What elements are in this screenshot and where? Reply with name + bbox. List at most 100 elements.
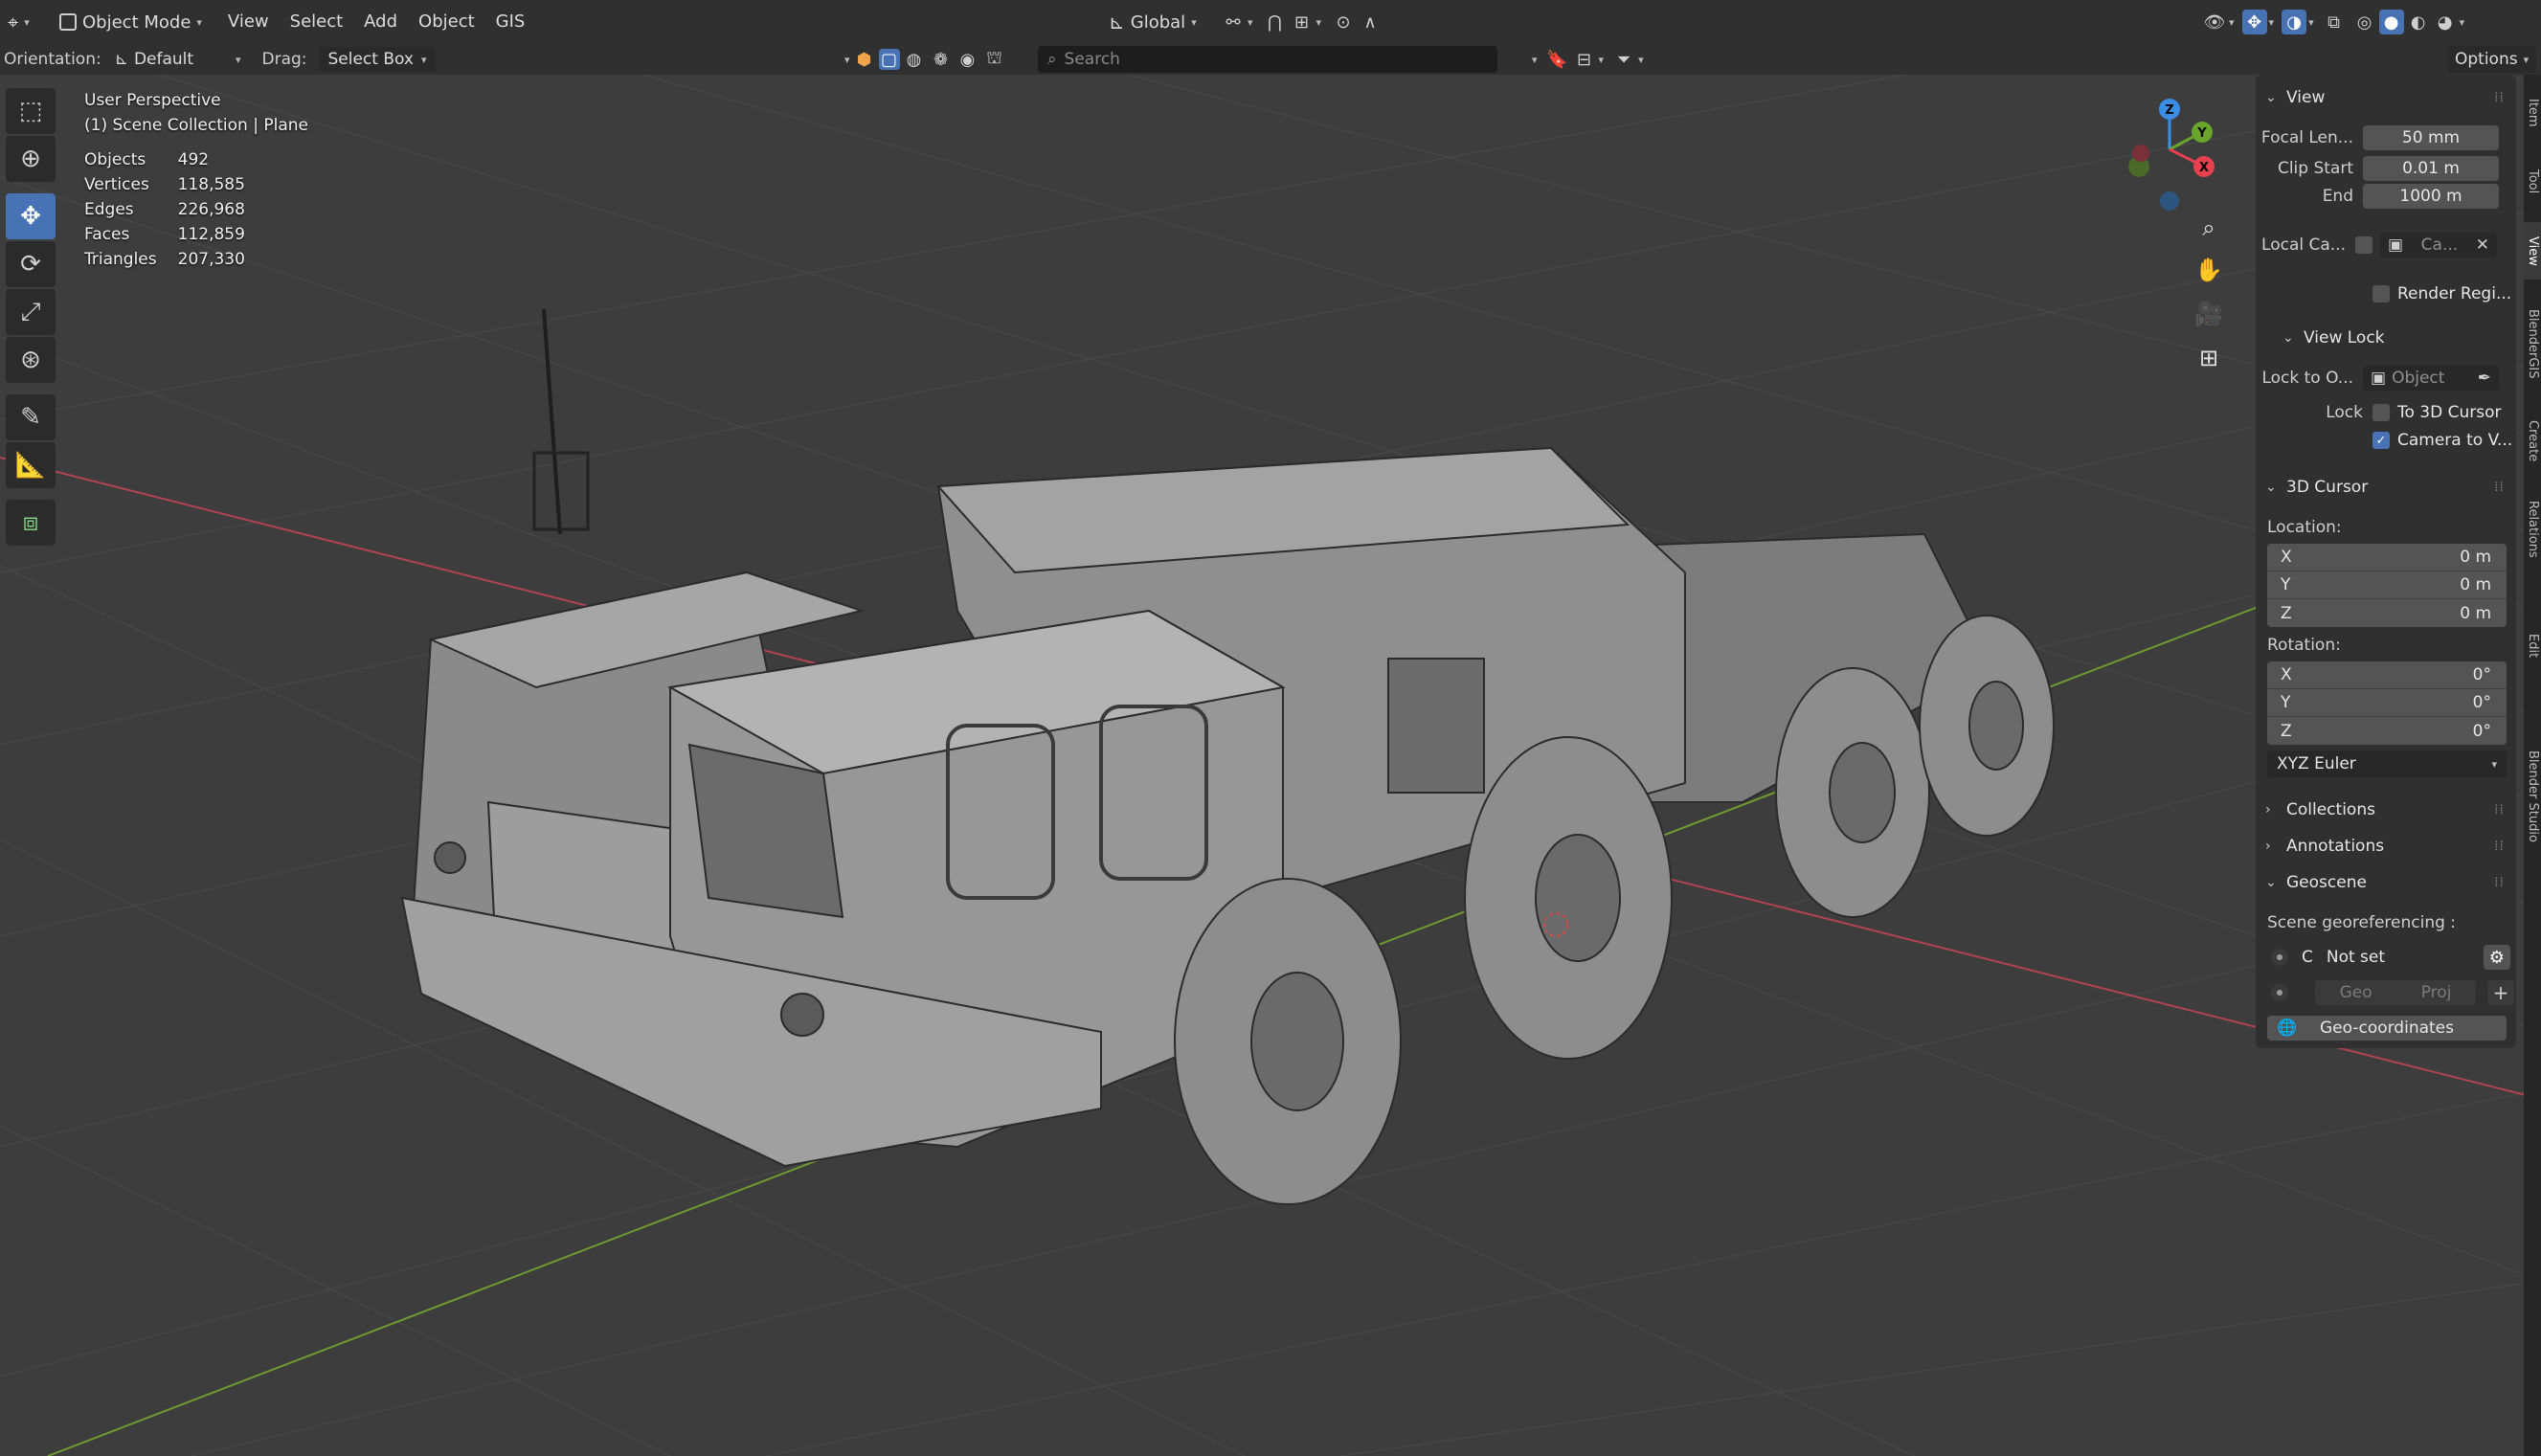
- tab-edit[interactable]: Edit: [2524, 584, 2541, 708]
- pivot-point-icon[interactable]: ⚯: [1221, 10, 1246, 34]
- viewport-canvas[interactable]: ⬚ ⊕ ✥ ⟳ ⤢ ⊛ ✎ 📐 ⧈ User Perspective (1) S…: [0, 75, 2541, 1456]
- shading-solid-icon[interactable]: ●: [2378, 10, 2404, 34]
- clip-end-field[interactable]: 1000 m: [2363, 184, 2499, 209]
- zoom-icon[interactable]: ⌕: [2190, 209, 2228, 247]
- view-lock-subpanel-header[interactable]: ⌄ View Lock: [2256, 325, 2516, 351]
- filter-asset-icon[interactable]: ⛫: [982, 47, 1007, 72]
- drag-handle-icon[interactable]: ⁞⁞: [2494, 839, 2505, 854]
- camera-to-view-checkbox[interactable]: ✓: [2372, 432, 2390, 449]
- tab-blender-studio[interactable]: Blender Studio: [2524, 720, 2541, 873]
- menu-add[interactable]: Add: [353, 7, 408, 37]
- tab-tool[interactable]: Tool: [2524, 153, 2541, 211]
- proj-button[interactable]: Proj: [2421, 983, 2452, 1002]
- filter-material-icon[interactable]: ◍: [902, 47, 927, 72]
- proportional-edit-icon[interactable]: ⊙: [1331, 10, 1356, 34]
- truck-model[interactable]: [400, 308, 2055, 1205]
- menu-gis[interactable]: GIS: [485, 7, 536, 37]
- scale-icon[interactable]: ⤢: [6, 289, 56, 335]
- location-z-field[interactable]: Z 0 m: [2267, 599, 2507, 627]
- annotate-icon[interactable]: ✎: [6, 394, 56, 440]
- move-icon[interactable]: ✥: [6, 193, 56, 239]
- menu-view[interactable]: View: [217, 7, 280, 37]
- collections-panel-header[interactable]: › Collections ⁞⁞: [2256, 796, 2516, 823]
- lock-to-object-field[interactable]: ▣ Object ✒: [2363, 366, 2499, 391]
- filter-icon[interactable]: ⏷: [1611, 47, 1636, 72]
- gear-icon[interactable]: ⚙: [2483, 945, 2510, 970]
- menu-select[interactable]: Select: [280, 7, 354, 37]
- shading-rendered-icon[interactable]: ◕: [2433, 10, 2458, 34]
- rotation-x-field[interactable]: X 0°: [2267, 661, 2507, 689]
- filter-world-icon[interactable]: ◉: [956, 47, 980, 72]
- tab-item[interactable]: Item: [2524, 84, 2541, 142]
- gizmo-toggle-icon[interactable]: ✥: [2241, 10, 2267, 34]
- focal-length-field[interactable]: 50 mm: [2363, 125, 2499, 150]
- overlays-toggle-icon[interactable]: ◑: [2282, 10, 2307, 34]
- pan-hand-icon[interactable]: ✋: [2190, 251, 2228, 289]
- editor-type-button[interactable]: ⌖ ▾: [0, 7, 48, 37]
- tab-blendergis[interactable]: BlenderGIS: [2524, 291, 2541, 396]
- rotation-mode-dropdown[interactable]: XYZ Euler ▾: [2267, 750, 2507, 777]
- chevron-down-icon[interactable]: ▾: [844, 54, 850, 66]
- drag-handle-icon[interactable]: ⁞⁞: [2494, 90, 2505, 105]
- chevron-right-icon: ›: [2265, 839, 2271, 854]
- camera-view-icon[interactable]: 🎥: [2190, 295, 2228, 333]
- chevron-down-icon[interactable]: ▾: [1532, 54, 1538, 66]
- snap-magnet-icon[interactable]: ⋂: [1263, 10, 1288, 34]
- search-field[interactable]: ⌕: [1038, 46, 1497, 73]
- drag-handle-icon[interactable]: ⁞⁞: [2494, 875, 2505, 890]
- stat-value: 226,968: [177, 200, 245, 219]
- to-3d-cursor-checkbox[interactable]: [2372, 404, 2390, 421]
- tab-relations[interactable]: Relations: [2524, 486, 2541, 572]
- rotate-icon[interactable]: ⟳: [6, 241, 56, 287]
- local-camera-checkbox[interactable]: [2355, 236, 2372, 254]
- drag-handle-icon[interactable]: ⁞⁞: [2494, 802, 2505, 818]
- orientation-dropdown[interactable]: ⊾ Default ▾: [107, 44, 249, 75]
- orientation-value: Default: [133, 50, 194, 69]
- tab-create[interactable]: Create: [2524, 408, 2541, 475]
- shading-material-icon[interactable]: ◐: [2406, 10, 2431, 34]
- geo-coordinates-button[interactable]: 🌐 Geo-coordinates: [2267, 1016, 2507, 1041]
- annotations-panel-header[interactable]: › Annotations ⁞⁞: [2256, 833, 2516, 860]
- eyedropper-icon[interactable]: ✒: [2478, 369, 2491, 388]
- geo-button[interactable]: Geo: [2340, 983, 2372, 1002]
- transform-orientation-dropdown[interactable]: ⊾ Global ▾: [1101, 7, 1204, 37]
- snap-increment-icon[interactable]: ⊞: [1290, 10, 1315, 34]
- transform-icon[interactable]: ⊛: [6, 337, 56, 383]
- tab-view[interactable]: View: [2524, 222, 2541, 280]
- sidebar-tabs: Item Tool View BlenderGIS Create Relatio…: [2524, 75, 2541, 1456]
- cursor-panel-header[interactable]: ⌄ 3D Cursor ⁞⁞: [2256, 474, 2516, 501]
- drag-handle-icon[interactable]: ⁞⁞: [2494, 480, 2505, 495]
- clip-start-field[interactable]: 0.01 m: [2363, 156, 2499, 181]
- navigation-gizmo[interactable]: Z Y X: [2116, 88, 2221, 213]
- wheel-front: [1174, 878, 1402, 1205]
- location-y-field[interactable]: Y 0 m: [2267, 571, 2507, 599]
- clear-x-icon[interactable]: ✕: [2476, 235, 2489, 255]
- rotation-y-field[interactable]: Y 0°: [2267, 689, 2507, 717]
- rotation-z-field[interactable]: Z 0°: [2267, 717, 2507, 745]
- select-box-icon[interactable]: ⬚: [6, 88, 56, 134]
- options-dropdown[interactable]: Options ▾: [2447, 46, 2537, 73]
- drag-dropdown[interactable]: Select Box ▾: [318, 47, 437, 72]
- view-panel-header[interactable]: ⌄ View ⁞⁞: [2256, 84, 2516, 111]
- filter-mesh-icon[interactable]: ▢: [878, 49, 900, 70]
- cursor-icon[interactable]: ⊕: [6, 136, 56, 182]
- display-mode-icon[interactable]: ⊟: [1572, 47, 1597, 72]
- filter-texture-icon[interactable]: ❁: [929, 47, 954, 72]
- mode-dropdown[interactable]: Object Mode ▾: [52, 7, 210, 37]
- scene-icon[interactable]: ⬢: [852, 47, 877, 72]
- render-region-checkbox[interactable]: [2372, 285, 2390, 302]
- perspective-toggle-icon[interactable]: ⊞: [2190, 339, 2228, 377]
- visibility-eye-icon[interactable]: 👁: [2202, 10, 2227, 34]
- add-plus-icon[interactable]: +: [2487, 980, 2514, 1005]
- add-cube-icon[interactable]: ⧈: [6, 500, 56, 546]
- local-camera-field[interactable]: ▣ Ca... ✕: [2380, 233, 2497, 258]
- location-x-field[interactable]: X 0 m: [2267, 544, 2507, 571]
- xray-toggle-icon[interactable]: ⧉: [2322, 10, 2347, 34]
- menu-object[interactable]: Object: [408, 7, 485, 37]
- geoscene-panel-header[interactable]: ⌄ Geoscene ⁞⁞: [2256, 869, 2516, 896]
- shading-wireframe-icon[interactable]: ◎: [2352, 10, 2377, 34]
- bookmark-icon[interactable]: 🔖: [1545, 47, 1570, 72]
- falloff-curve-icon[interactable]: ∧: [1358, 10, 1383, 34]
- search-input[interactable]: [1064, 50, 1467, 69]
- measure-icon[interactable]: 📐: [6, 442, 56, 488]
